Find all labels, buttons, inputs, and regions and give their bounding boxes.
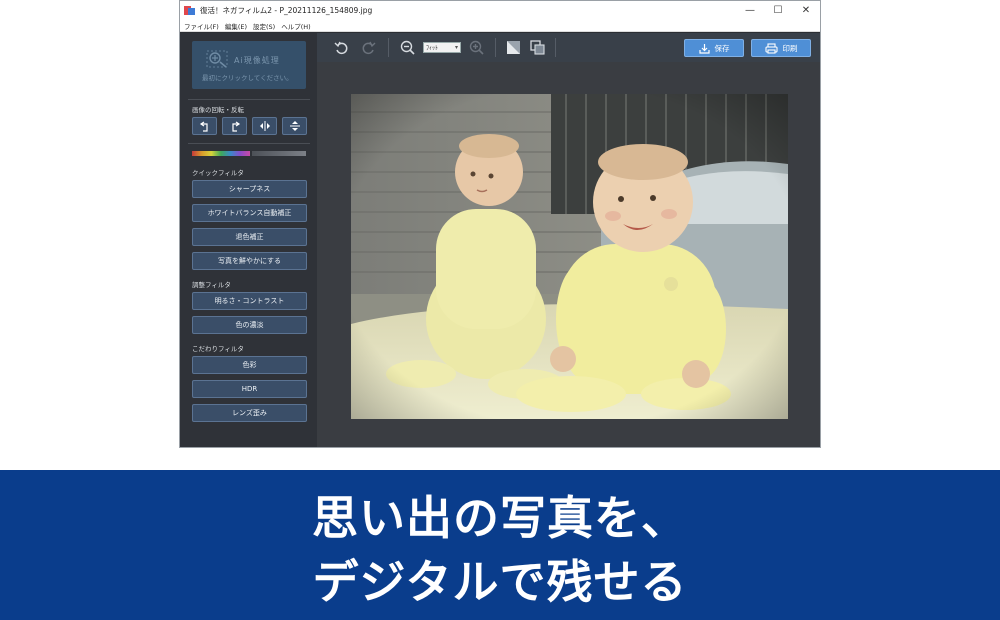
print-label: 印刷 (782, 43, 798, 53)
divider (188, 143, 310, 144)
fade-correction-button[interactable]: 退色補正 (192, 228, 307, 246)
divider (388, 38, 389, 57)
ai-box-title: Ai現像処理 (234, 56, 280, 65)
zoom-in-icon (469, 40, 484, 55)
undo-button[interactable] (333, 39, 350, 56)
photo-preview[interactable] (351, 94, 788, 419)
rotate-right-button[interactable] (222, 117, 247, 135)
zoom-value: ﾌｨｯﾄ (426, 45, 439, 52)
download-icon (698, 43, 710, 54)
banner-line-1: 思い出の写真を、 (312, 491, 688, 545)
color-mode-swatch[interactable] (192, 151, 250, 156)
crop-icon (530, 40, 545, 55)
auto-white-balance-button[interactable]: ホワイトバランス自動補正 (192, 204, 307, 222)
divider (555, 38, 556, 57)
ai-box-subtitle: 最初にクリックしてください。 (202, 74, 293, 82)
mono-mode-swatch[interactable] (252, 151, 306, 156)
menu-settings[interactable]: 設定(S) (250, 21, 278, 31)
minimize-button[interactable]: — (736, 1, 764, 20)
save-label: 保存 (714, 43, 730, 53)
color-tone-button[interactable]: 色彩 (192, 356, 307, 374)
color-density-button[interactable]: 色の濃淡 (192, 316, 307, 334)
divider (188, 99, 310, 100)
menu-bar: ファイル(F) 編集(E) 設定(S) ヘルプ(H) (180, 20, 820, 32)
sidebar: Ai現像処理 最初にクリックしてください。 画像の回転・反転 クイックフィルタ … (180, 33, 317, 447)
app-window: 復活！ネガフィルム2 - P_20211126_154809.jpg — ☐ ✕… (179, 0, 821, 448)
brightness-contrast-button[interactable]: 明るさ・コントラスト (192, 292, 307, 310)
quick-filter-heading: クイックフィルタ (192, 169, 244, 177)
flip-vertical-button[interactable] (282, 117, 307, 135)
save-button[interactable]: 保存 (684, 39, 744, 57)
promo-banner: 思い出の写真を、 デジタルで残せる (0, 470, 1000, 620)
rotate-heading: 画像の回転・反転 (192, 106, 244, 114)
window-title: 復活！ネガフィルム2 - P_20211126_154809.jpg (200, 6, 373, 15)
baby-photo-image (351, 94, 788, 419)
zoom-out-icon (400, 40, 415, 55)
lens-distortion-button[interactable]: レンズ歪み (192, 404, 307, 422)
crop-button[interactable] (529, 39, 546, 56)
toolbar: ﾌｨｯﾄ ▾ 保存 印刷 (317, 33, 820, 62)
vivid-button[interactable]: 写真を鮮やかにする (192, 252, 307, 270)
close-button[interactable]: ✕ (792, 1, 820, 20)
redo-button[interactable] (360, 39, 377, 56)
ai-develop-button[interactable]: Ai現像処理 最初にクリックしてください。 (192, 41, 306, 89)
canvas-area[interactable] (317, 62, 820, 447)
flip-horizontal-button[interactable] (252, 117, 277, 135)
zoom-in-button[interactable] (468, 39, 485, 56)
maximize-button[interactable]: ☐ (764, 1, 792, 20)
print-button[interactable]: 印刷 (751, 39, 811, 57)
banner-line-2: デジタルで残せる (312, 555, 688, 609)
printer-icon (764, 42, 778, 54)
title-bar[interactable]: 復活！ネガフィルム2 - P_20211126_154809.jpg — ☐ ✕ (180, 1, 820, 20)
divider (495, 38, 496, 57)
redo-icon (362, 41, 376, 55)
chevron-down-icon: ▾ (454, 44, 458, 51)
zoom-out-button[interactable] (399, 39, 416, 56)
rotate-right-icon (231, 121, 240, 132)
flip-vertical-icon (289, 121, 300, 131)
menu-file[interactable]: ファイル(F) (180, 21, 222, 31)
hdr-button[interactable]: HDR (192, 380, 307, 398)
rotate-left-button[interactable] (192, 117, 217, 135)
menu-edit[interactable]: 編集(E) (222, 21, 250, 31)
app-logo-icon (184, 5, 195, 16)
adjust-filter-heading: 調整フィルタ (192, 281, 231, 289)
sharpness-button[interactable]: シャープネス (192, 180, 307, 198)
window-controls: — ☐ ✕ (736, 1, 820, 20)
compare-icon (507, 41, 520, 54)
ai-scan-icon (206, 50, 228, 68)
compare-button[interactable] (505, 39, 522, 56)
stage: 復活！ネガフィルム2 - P_20211126_154809.jpg — ☐ ✕… (0, 0, 1000, 620)
undo-icon (334, 41, 348, 55)
rotate-left-icon (199, 121, 208, 132)
special-filter-heading: こだわりフィルタ (192, 345, 244, 353)
menu-help[interactable]: ヘルプ(H) (278, 21, 313, 31)
zoom-select[interactable]: ﾌｨｯﾄ ▾ (423, 42, 461, 53)
flip-horizontal-icon (259, 121, 270, 131)
